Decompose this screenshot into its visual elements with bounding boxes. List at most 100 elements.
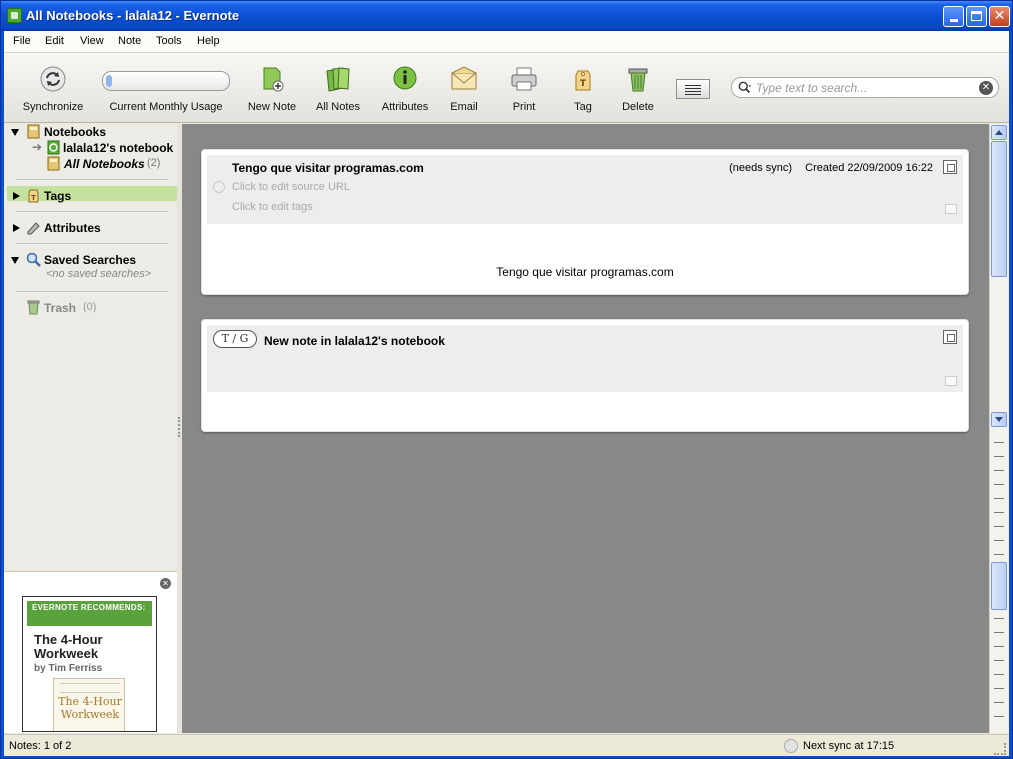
close-button[interactable]: ✕ <box>989 6 1010 27</box>
sidebar-item-attributes[interactable]: Attributes <box>4 220 177 236</box>
svg-text:T: T <box>580 79 587 89</box>
minimize-button[interactable] <box>943 6 964 27</box>
notes-list: Tengo que visitar programas.com (needs s… <box>182 124 989 733</box>
menu-help[interactable]: Help <box>197 35 220 47</box>
ruler-tick <box>994 540 1004 541</box>
note-meta: (needs sync) Created 22/09/2009 16:22 <box>729 162 933 174</box>
notes-vertical-scrollbar[interactable] <box>989 124 1009 733</box>
sidebar-item-lalala12-notebook[interactable]: ➔ lalala12's notebook <box>4 140 177 156</box>
synced-notebook-icon <box>47 140 60 155</box>
all-notebooks-count: (2) <box>147 157 161 169</box>
maximize-button[interactable] <box>966 6 987 27</box>
list-view-icon-line <box>685 94 701 95</box>
app-window: All Notebooks - lalala12 - Evernote ✕ Fi… <box>0 0 1013 759</box>
magnifier-icon <box>26 252 41 267</box>
attributes-label: Attributes <box>44 221 101 235</box>
ad-title: The 4-Hour Workweek <box>34 632 103 661</box>
close-icon: ✕ <box>993 8 1006 24</box>
ruler-tick <box>994 702 1004 703</box>
list-view-icon-line <box>685 91 701 92</box>
evernote-app-icon <box>7 8 22 23</box>
expand-note-icon[interactable] <box>943 160 957 174</box>
saved-searches-label: Saved Searches <box>44 253 137 267</box>
ruler-tick <box>994 470 1004 471</box>
title-bar[interactable]: All Notebooks - lalala12 - Evernote ✕ <box>1 1 1012 31</box>
note-card[interactable]: T / G New note in lalala12's notebook <box>201 319 969 432</box>
attributes-label: Attributes <box>381 101 429 113</box>
ruler-tick <box>994 716 1004 717</box>
attributes-button[interactable]: Attributes <box>374 53 436 123</box>
search-input[interactable] <box>756 80 976 95</box>
note-card[interactable]: Tengo que visitar programas.com (needs s… <box>201 149 969 295</box>
sidebar-item-trash[interactable]: Trash (0) <box>4 300 177 316</box>
printer-icon <box>511 67 537 91</box>
email-label: Email <box>450 101 478 113</box>
ad-author: by Tim Ferriss <box>34 663 103 674</box>
ruler-tick <box>994 632 1004 633</box>
menu-view[interactable]: View <box>80 35 104 47</box>
tags-field[interactable]: Click to edit tags <box>232 201 313 213</box>
zoom-slider-thumb[interactable] <box>991 562 1007 610</box>
note-body[interactable]: Tengo que visitar programas.com <box>202 265 968 279</box>
book-cover-image: The 4-Hour Workweek <box>53 678 125 731</box>
menu-file[interactable]: File <box>13 35 31 47</box>
expand-arrow-icon[interactable] <box>11 257 19 264</box>
monthly-usage-meter[interactable]: Current Monthly Usage <box>98 53 234 123</box>
expand-arrow-icon[interactable] <box>13 192 20 200</box>
recommendation-ad[interactable]: EVERNOTE RECOMMENDS: The 4-Hour Workweek… <box>22 596 157 732</box>
chevron-down-icon <box>995 417 1003 422</box>
source-url-field[interactable]: Click to edit source URL <box>232 181 350 193</box>
scroll-thumb[interactable] <box>991 141 1007 277</box>
close-ad-icon[interactable]: ✕ <box>160 578 171 589</box>
scroll-up-button[interactable] <box>991 125 1007 140</box>
ruler-tick <box>994 442 1004 443</box>
ruler-tick <box>994 660 1004 661</box>
delete-button[interactable]: Delete <box>616 53 660 123</box>
new-note-button[interactable]: New Note <box>244 53 300 123</box>
ruler-tick <box>994 456 1004 457</box>
sidebar-item-all-notebooks[interactable]: All Notebooks (2) <box>4 156 177 172</box>
maximize-icon <box>971 11 982 21</box>
expand-note-icon[interactable] <box>943 330 957 344</box>
clear-search-icon[interactable]: ✕ <box>979 81 993 95</box>
note-title[interactable]: New note in lalala12's notebook <box>264 334 445 348</box>
list-view-icon-line <box>685 88 701 89</box>
note-header: T / G New note in lalala12's notebook <box>207 325 963 392</box>
all-notes-button[interactable]: All Notes <box>310 53 366 123</box>
search-icon <box>738 81 752 93</box>
sidebar-item-notebooks[interactable]: Notebooks <box>4 124 177 140</box>
delete-label: Delete <box>622 101 654 113</box>
tag-button[interactable]: T Tag <box>562 53 604 123</box>
sidebar-item-tags[interactable]: T Tags <box>4 188 177 204</box>
view-options-button[interactable] <box>676 79 710 99</box>
menu-tools[interactable]: Tools <box>156 35 182 47</box>
list-view-icon <box>685 85 701 86</box>
tag-field-icon <box>945 204 957 214</box>
sidebar-separator <box>16 243 168 244</box>
expand-arrow-icon[interactable] <box>11 129 19 136</box>
note-header: Tengo que visitar programas.com (needs s… <box>207 155 963 224</box>
trash-icon <box>628 68 648 92</box>
search-box[interactable]: ✕ <box>731 77 999 98</box>
notebook-stack-icon <box>27 124 40 139</box>
expand-arrow-icon[interactable] <box>13 224 20 232</box>
all-notes-label: All Notes <box>315 101 361 113</box>
email-button[interactable]: Email <box>440 53 488 123</box>
menu-note[interactable]: Note <box>118 35 141 47</box>
note-type-toggle[interactable]: T / G <box>213 330 257 348</box>
ruler-tick <box>994 554 1004 555</box>
ruler-tick <box>994 526 1004 527</box>
note-title[interactable]: Tengo que visitar programas.com <box>232 161 424 175</box>
sidebar-separator <box>16 179 168 180</box>
book-cover-title: The 4-Hour Workweek <box>58 695 122 721</box>
sidebar-item-saved-searches[interactable]: Saved Searches <box>4 252 177 268</box>
usage-fill <box>106 75 112 87</box>
resize-grip-icon[interactable] <box>994 743 1006 755</box>
menu-bar: File Edit View Note Tools Help <box>4 31 1009 53</box>
print-button[interactable]: Print <box>500 53 548 123</box>
synchronize-button[interactable]: Synchronize <box>16 53 90 123</box>
scroll-down-button[interactable] <box>991 412 1007 427</box>
usage-label: Current Monthly Usage <box>109 101 223 113</box>
menu-edit[interactable]: Edit <box>45 35 64 47</box>
arrow-right-icon: ➔ <box>32 140 43 154</box>
